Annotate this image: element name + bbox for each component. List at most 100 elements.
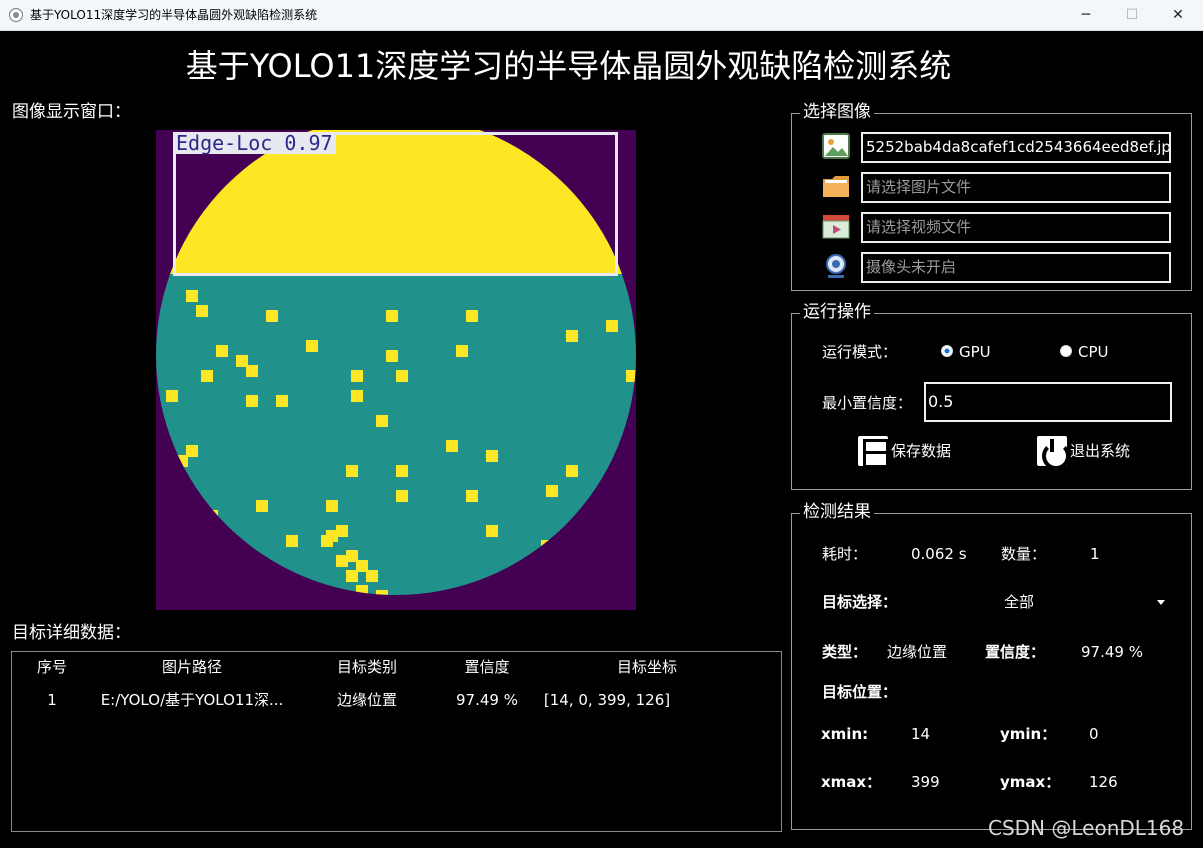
defect-pixel bbox=[246, 365, 258, 377]
defect-pixel bbox=[396, 370, 408, 382]
defect-pixel bbox=[321, 535, 333, 547]
defect-pixel bbox=[276, 395, 288, 407]
defect-pixel bbox=[376, 590, 388, 595]
minimize-button[interactable]: ─ bbox=[1063, 0, 1109, 31]
defect-pixel bbox=[276, 600, 288, 610]
gpu-radio[interactable] bbox=[941, 345, 953, 357]
detection-label: Edge-Loc 0.97 bbox=[173, 132, 336, 154]
defect-pixel bbox=[306, 340, 318, 352]
count-label: 数量： bbox=[1001, 545, 1047, 563]
defect-pixel bbox=[596, 520, 608, 532]
defect-pixel bbox=[596, 575, 608, 587]
image-display: Edge-Loc 0.97 bbox=[156, 130, 636, 610]
defect-pixel bbox=[541, 540, 553, 552]
ymin-label: ymin： bbox=[1000, 725, 1057, 743]
image-display-label: 图像显示窗口： bbox=[12, 102, 131, 122]
select-image-title: 选择图像 bbox=[800, 101, 874, 123]
results-group: 检测结果 耗时： 0.062 s 数量： 1 目标选择： 全部 类型： 边缘位置… bbox=[791, 501, 1192, 830]
xmax-label: xmax： bbox=[821, 773, 882, 791]
select-image-group: 选择图像 5252bab4da8cafef1cd2543664eed8ef.jp… bbox=[791, 101, 1192, 291]
defect-pixel bbox=[606, 320, 618, 332]
time-label: 耗时： bbox=[822, 545, 868, 563]
defect-pixel bbox=[166, 390, 178, 402]
target-select-value[interactable]: 全部 bbox=[1004, 592, 1034, 612]
camera-field[interactable]: 摄像头未开启 bbox=[861, 252, 1171, 283]
col-coords-header: 目标坐标 bbox=[616, 658, 677, 676]
image-icon[interactable] bbox=[822, 132, 850, 160]
save-data-button[interactable]: 保存数据 bbox=[891, 441, 951, 461]
operation-title: 运行操作 bbox=[800, 301, 874, 323]
cell-path: E:/YOLO/基于YOLO11深... bbox=[100, 691, 284, 709]
ymin-value: 0 bbox=[1089, 725, 1099, 743]
defect-pixel bbox=[566, 545, 578, 557]
defect-pixel bbox=[456, 345, 468, 357]
video-file-field[interactable]: 请选择视频文件 bbox=[861, 212, 1171, 243]
defect-pixel bbox=[346, 570, 358, 582]
defect-pixel bbox=[366, 570, 378, 582]
confidence-value: 97.49 % bbox=[1081, 643, 1143, 661]
confidence-label: 置信度： bbox=[985, 643, 1046, 661]
cpu-label[interactable]: CPU bbox=[1078, 342, 1109, 362]
defect-pixel bbox=[566, 465, 578, 477]
defect-pixel bbox=[346, 465, 358, 477]
ymax-value: 126 bbox=[1089, 773, 1118, 791]
defect-pixel bbox=[486, 590, 498, 595]
target-position-label: 目标位置： bbox=[822, 683, 898, 701]
close-button[interactable]: ✕ bbox=[1155, 0, 1201, 31]
app-icon bbox=[9, 8, 23, 22]
target-select-label: 目标选择： bbox=[822, 593, 898, 611]
defect-pixel bbox=[346, 605, 358, 610]
defect-pixel bbox=[216, 345, 228, 357]
table-label: 目标详细数据： bbox=[12, 623, 131, 643]
defect-pixel bbox=[356, 585, 368, 595]
cpu-radio[interactable] bbox=[1060, 345, 1072, 357]
defect-pixel bbox=[486, 450, 498, 462]
defect-pixel bbox=[201, 370, 213, 382]
ymax-label: ymax： bbox=[1000, 773, 1061, 791]
defect-pixel bbox=[466, 310, 478, 322]
exit-button[interactable]: 退出系统 bbox=[1070, 441, 1130, 461]
defect-pixel bbox=[186, 290, 198, 302]
defect-pixel bbox=[206, 510, 218, 522]
maximize-button[interactable]: ☐ bbox=[1109, 0, 1155, 31]
run-mode-label: 运行模式： bbox=[822, 343, 898, 361]
window-titlebar: 基于YOLO11深度学习的半导体晶圆外观缺陷检测系统 ─ ☐ ✕ bbox=[0, 0, 1203, 31]
defect-pixel bbox=[446, 440, 458, 452]
type-label: 类型： bbox=[822, 643, 868, 661]
defect-pixel bbox=[326, 500, 338, 512]
video-icon[interactable] bbox=[822, 212, 850, 240]
col-class-header: 目标类别 bbox=[336, 658, 397, 676]
defect-pixel bbox=[256, 500, 268, 512]
xmin-label: xmin: bbox=[821, 725, 869, 743]
image-folder-field[interactable]: 请选择图片文件 bbox=[861, 172, 1171, 203]
cell-index: 1 bbox=[47, 691, 57, 709]
save-icon[interactable] bbox=[858, 436, 889, 468]
defect-pixel bbox=[466, 490, 478, 502]
min-confidence-input[interactable]: 0.5 bbox=[924, 382, 1172, 422]
col-confidence-header: 置信度 bbox=[464, 658, 510, 676]
defect-pixel bbox=[266, 310, 278, 322]
defect-pixel bbox=[546, 485, 558, 497]
defect-pixel bbox=[351, 390, 363, 402]
image-file-field[interactable]: 5252bab4da8cafef1cd2543664eed8ef.jpg bbox=[861, 132, 1171, 163]
gpu-label[interactable]: GPU bbox=[959, 342, 991, 362]
app-title: 基于YOLO11深度学习的半导体晶圆外观缺陷检测系统 bbox=[185, 47, 952, 85]
min-confidence-label: 最小置信度： bbox=[822, 394, 913, 412]
defect-pixel bbox=[386, 310, 398, 322]
defect-pixel bbox=[506, 600, 518, 610]
results-title: 检测结果 bbox=[800, 501, 874, 523]
defect-pixel bbox=[396, 490, 408, 502]
defect-pixel bbox=[196, 305, 208, 317]
watermark: CSDN @LeonDL168 bbox=[988, 816, 1185, 840]
camera-icon[interactable] bbox=[822, 252, 850, 280]
folder-icon[interactable] bbox=[822, 172, 850, 200]
results-table[interactable]: 序号 图片路径 目标类别 置信度 目标坐标 1 E:/YOLO/基于YOLO11… bbox=[11, 651, 782, 832]
defect-pixel bbox=[336, 555, 348, 567]
defect-pixel bbox=[396, 465, 408, 477]
defect-pixel bbox=[386, 350, 398, 362]
xmin-value: 14 bbox=[911, 725, 931, 743]
defect-pixel bbox=[176, 455, 188, 467]
defect-pixel bbox=[196, 575, 208, 587]
chevron-down-icon[interactable] bbox=[1157, 600, 1165, 605]
power-icon[interactable] bbox=[1037, 436, 1070, 470]
